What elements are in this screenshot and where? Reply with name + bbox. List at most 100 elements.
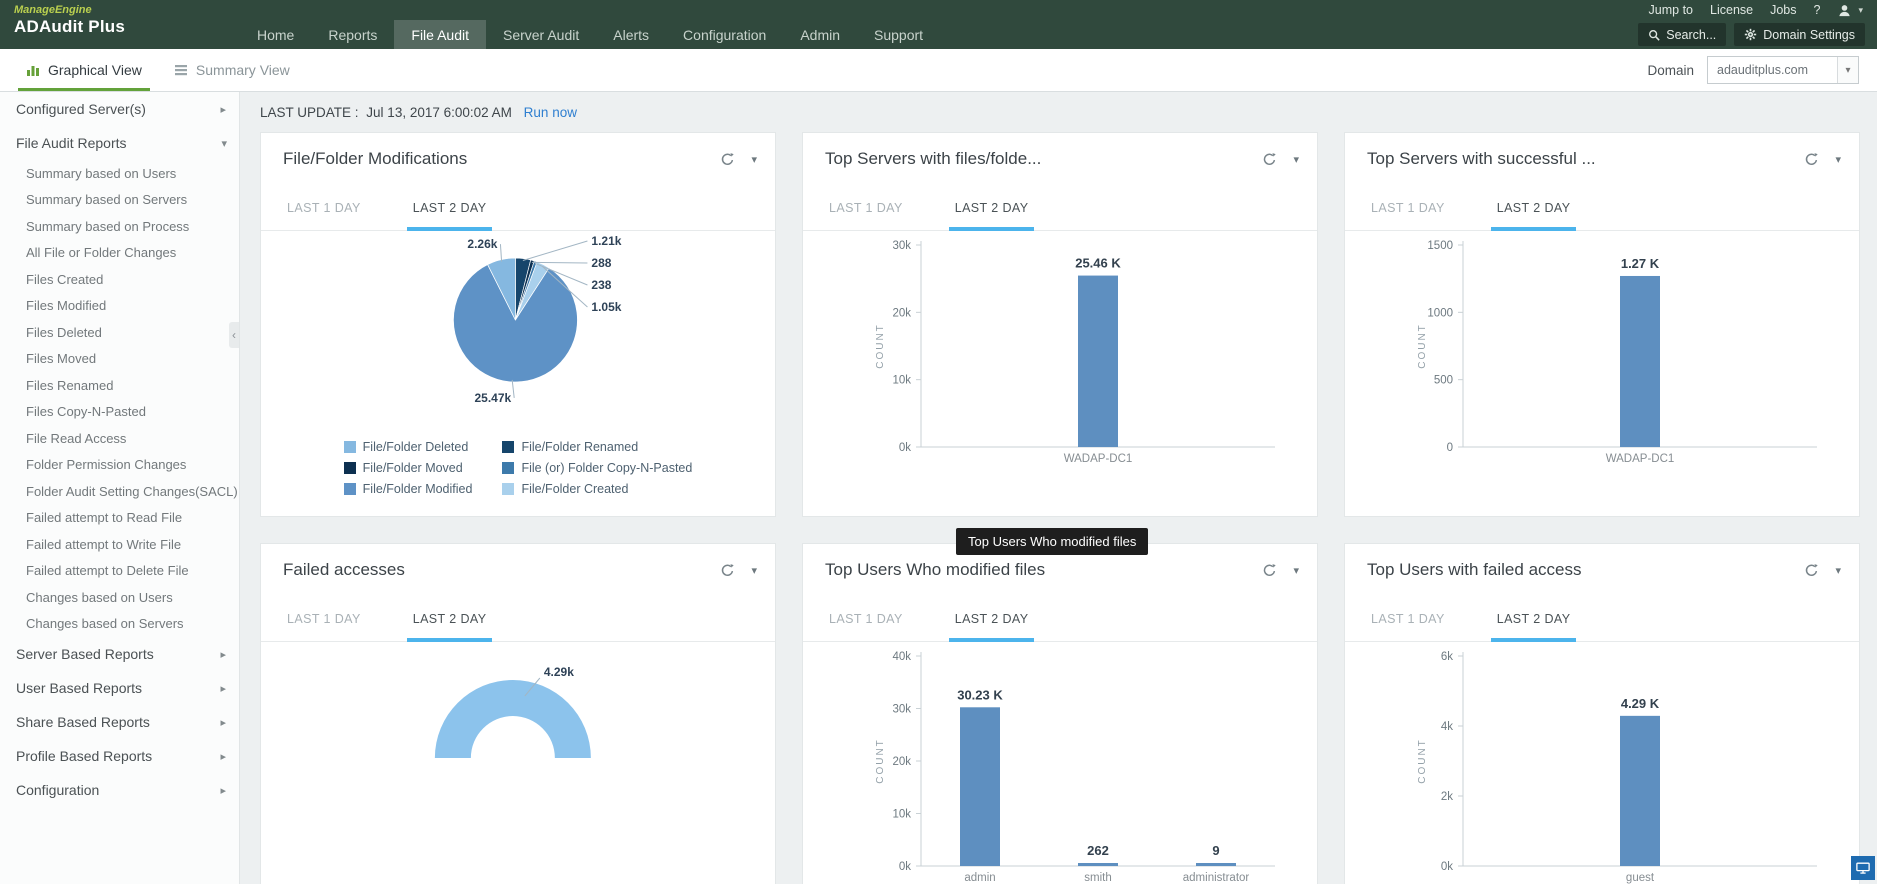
card-actions: ▾	[720, 152, 757, 167]
sidebar-item[interactable]: File Audit Reports	[0, 126, 239, 160]
chevron-down-icon[interactable]: ▾	[1835, 564, 1841, 577]
nav-item[interactable]: Configuration	[666, 20, 783, 49]
refresh-icon[interactable]	[720, 563, 735, 578]
tab-last-2-day[interactable]: LAST 2 DAY	[406, 596, 493, 642]
sidebar-item[interactable]: Summary based on Users	[0, 160, 239, 187]
nav-item[interactable]: Alerts	[596, 20, 666, 49]
help-icon[interactable]: ?	[1814, 3, 1821, 17]
refresh-icon[interactable]	[1262, 152, 1277, 167]
sidebar-item[interactable]: Failed attempt to Delete File	[0, 558, 239, 585]
svg-text:smith: smith	[1084, 872, 1111, 884]
sidebar-item-label: All File or Folder Changes	[26, 245, 177, 261]
sidebar-item-label: Failed attempt to Read File	[26, 510, 183, 526]
card-header: File/Folder Modifications ▾	[261, 133, 775, 185]
chevron-down-icon[interactable]: ▾	[751, 564, 757, 577]
svg-text:25.46 K: 25.46 K	[1075, 256, 1121, 271]
nav-item[interactable]: Server Audit	[486, 20, 596, 49]
domain-settings-label: Domain Settings	[1763, 27, 1855, 42]
card-actions: ▾	[1804, 152, 1841, 167]
card-tabs: LAST 1 DAY LAST 2 DAY	[261, 185, 775, 231]
sidebar-item[interactable]: Failed attempt to Read File	[0, 505, 239, 532]
chevron-down-icon[interactable]: ▾	[751, 153, 757, 166]
svg-text:30k: 30k	[892, 240, 911, 252]
sidebar-item[interactable]: Server Based Reports	[0, 637, 239, 671]
sidebar-item[interactable]: Profile Based Reports	[0, 739, 239, 773]
sidebar-item[interactable]: Folder Permission Changes	[0, 452, 239, 479]
tab-last-1-day[interactable]: LAST 1 DAY	[281, 596, 367, 641]
tab-last-1-day[interactable]: LAST 1 DAY	[1365, 596, 1451, 641]
search-button[interactable]: Search...	[1638, 23, 1727, 46]
quick-link[interactable]: Jobs	[1770, 3, 1796, 17]
sidebar-item[interactable]: Changes based on Servers	[0, 611, 239, 638]
refresh-icon[interactable]	[1262, 563, 1277, 578]
legend-label: File/Folder Renamed	[521, 440, 639, 454]
adaudit-plus-app: ManageEngine ADAudit Plus Jump to Licens…	[0, 0, 1877, 884]
chevron-down-icon[interactable]: ▾	[1293, 564, 1299, 577]
domain-settings-button[interactable]: Domain Settings	[1734, 23, 1865, 46]
sidebar-item[interactable]: Files Modified	[0, 293, 239, 320]
nav-item[interactable]: Admin	[783, 20, 857, 49]
sidebar-item-label: Configured Server(s)	[16, 101, 146, 117]
nav-item[interactable]: Home	[240, 20, 311, 49]
card-title: Failed accesses	[283, 560, 405, 579]
tab-last-1-day[interactable]: LAST 1 DAY	[281, 185, 367, 230]
chevron-down-icon: ▾	[1837, 57, 1858, 83]
nav-item[interactable]: Support	[857, 20, 940, 49]
chevron-down-icon[interactable]: ▾	[1293, 153, 1299, 166]
run-now-link[interactable]: Run now	[524, 105, 577, 120]
card-tabs: LAST 1 DAY LAST 2 DAY	[261, 596, 775, 642]
sidebar-item[interactable]: Failed attempt to Write File	[0, 531, 239, 558]
legend-label: File/Folder Moved	[362, 461, 463, 475]
refresh-icon[interactable]	[1804, 152, 1819, 167]
sidebar-item[interactable]: Summary based on Servers	[0, 187, 239, 214]
sidebar-item[interactable]: Changes based on Users	[0, 584, 239, 611]
quick-link[interactable]: Jump to	[1649, 3, 1693, 17]
refresh-icon[interactable]	[1804, 563, 1819, 578]
card-header: Top Servers with successful ... ▾	[1345, 133, 1859, 185]
sidebar-item-label: Files Copy-N-Pasted	[26, 404, 146, 420]
tab-last-1-day[interactable]: LAST 1 DAY	[823, 185, 909, 230]
sidebar-item[interactable]: All File or Folder Changes	[0, 240, 239, 267]
tab-last-2-day[interactable]: LAST 2 DAY	[1490, 596, 1577, 642]
sidebar-item-label: File Read Access	[26, 430, 127, 446]
tooltip: Top Users Who modified files	[956, 528, 1149, 555]
chart: COUNT 0 500 1000 1500 1.27 K WADAP-DC1	[1345, 231, 1859, 481]
sidebar-item[interactable]: Files Renamed	[0, 372, 239, 399]
sidebar-item[interactable]: Files Copy-N-Pasted	[0, 399, 239, 426]
tab-last-1-day[interactable]: LAST 1 DAY	[823, 596, 909, 641]
sidebar-item[interactable]: Files Created	[0, 266, 239, 293]
nav-item[interactable]: File Audit	[394, 20, 486, 49]
refresh-icon[interactable]	[720, 152, 735, 167]
sidebar-item[interactable]: File Read Access	[0, 425, 239, 452]
chevron-down-icon[interactable]: ▾	[1835, 153, 1841, 166]
tab-last-2-day[interactable]: LAST 2 DAY	[1490, 185, 1577, 231]
sidebar-item[interactable]: Configured Server(s)	[0, 92, 239, 126]
domain-box: Domain adauditplus.com ▾	[1647, 49, 1859, 91]
svg-text:25.47k: 25.47k	[475, 391, 512, 405]
svg-text:20k: 20k	[892, 307, 911, 319]
sidebar-collapse-handle[interactable]: ‹	[229, 322, 239, 348]
quick-link[interactable]: License	[1710, 3, 1753, 17]
sidebar-item[interactable]: Share Based Reports	[0, 705, 239, 739]
chevron-down-icon[interactable]: ▾	[1858, 5, 1863, 16]
svg-text:1.21k: 1.21k	[591, 234, 621, 248]
sidebar-item[interactable]: Folder Audit Setting Changes(SACL)	[0, 478, 239, 505]
user-avatar-icon[interactable]	[1837, 3, 1852, 18]
tab-last-2-day[interactable]: LAST 2 DAY	[948, 185, 1035, 231]
tab-last-1-day[interactable]: LAST 1 DAY	[1365, 185, 1451, 230]
support-widget[interactable]	[1851, 856, 1875, 880]
sidebar-item-label: Summary based on Process	[26, 218, 190, 234]
legend-swatch	[502, 462, 515, 474]
tab-summary-view[interactable]: Summary View	[158, 49, 306, 91]
tab-last-2-day[interactable]: LAST 2 DAY	[948, 596, 1035, 642]
sidebar-item[interactable]: Files Deleted	[0, 319, 239, 346]
sidebar-item[interactable]: Files Moved	[0, 346, 239, 373]
tab-last-2-day[interactable]: LAST 2 DAY	[406, 185, 493, 231]
domain-select[interactable]: adauditplus.com ▾	[1707, 56, 1859, 84]
sidebar-item[interactable]: Summary based on Process	[0, 213, 239, 240]
tab-graphical-view[interactable]: Graphical View	[10, 49, 158, 91]
svg-text:10k: 10k	[892, 375, 911, 387]
sidebar-item[interactable]: Configuration	[0, 773, 239, 807]
nav-item[interactable]: Reports	[311, 20, 394, 49]
sidebar-item[interactable]: User Based Reports	[0, 671, 239, 705]
